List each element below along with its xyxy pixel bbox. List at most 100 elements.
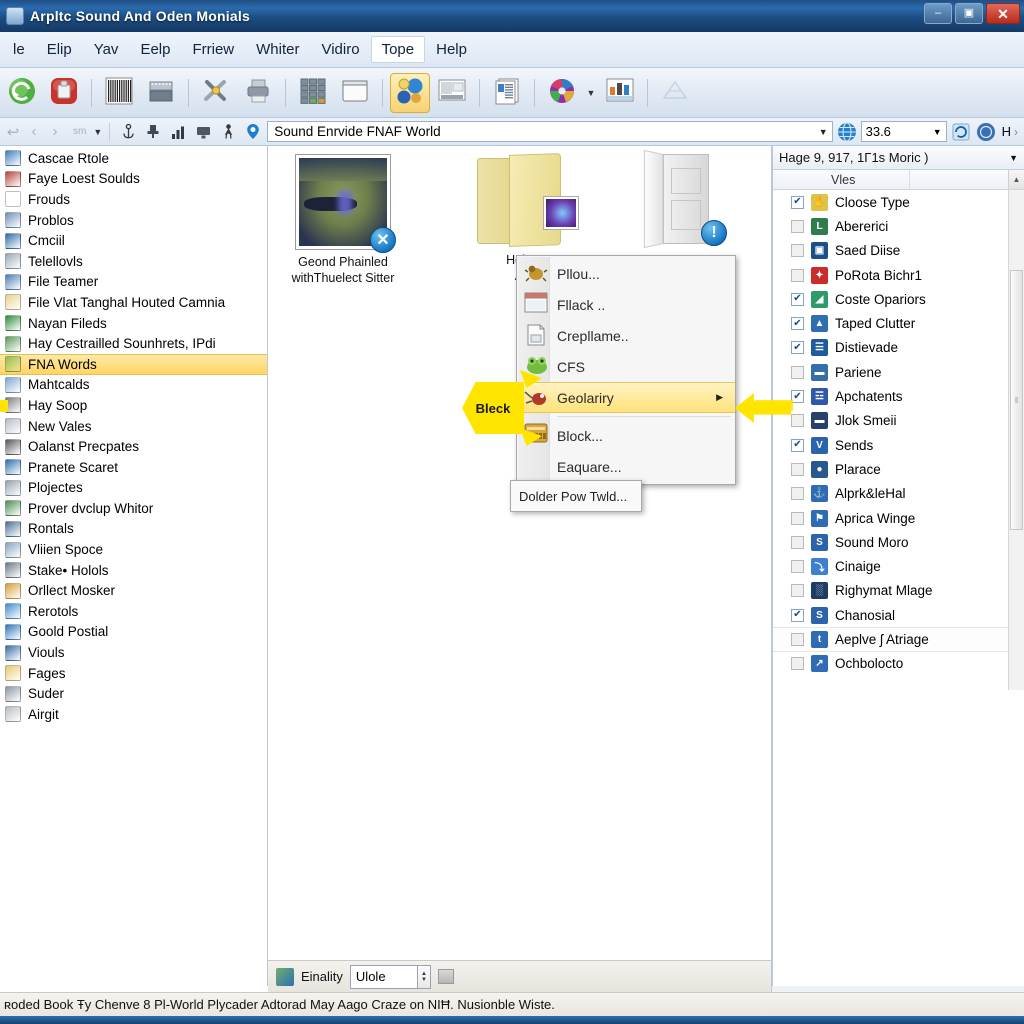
list-item-checkbox[interactable]: ✔: [791, 195, 804, 209]
sidebar-item[interactable]: Frouds: [0, 189, 267, 210]
sidebar-item[interactable]: Hay Cestrailled Sounhrets, IPdi: [0, 333, 267, 354]
maximize-button[interactable]: ▣: [955, 3, 983, 24]
sidebar-item[interactable]: Fages: [0, 663, 267, 684]
right-properties-panel[interactable]: Hage 9, 917, 1Γ1s Moric ) ▼ Vles ▲ ✔ ✋ Clo…: [772, 146, 1024, 986]
list-item[interactable]: ✔ S Chanosial: [773, 603, 1024, 627]
toolbar-printer-button[interactable]: [238, 73, 278, 113]
location-pin-icon[interactable]: [242, 122, 264, 142]
list-item-checkbox[interactable]: [791, 584, 804, 598]
list-item-checkbox[interactable]: ✔: [791, 608, 804, 622]
toolbar-tools-cross-button[interactable]: [196, 73, 236, 113]
next-arrow-icon[interactable]: ›: [46, 122, 64, 142]
sidebar-item[interactable]: Cascae Rtole: [0, 148, 267, 169]
close-button[interactable]: ✕: [986, 3, 1020, 24]
sidebar-item[interactable]: Goold Postial: [0, 622, 267, 643]
scroll-up-arrow-icon[interactable]: ▲: [1008, 170, 1024, 189]
right-panel-scrollbar[interactable]: ‖: [1008, 190, 1024, 690]
address-dropdown-caret-icon[interactable]: ▼: [819, 127, 828, 137]
context-menu-item[interactable]: Eaquare...: [517, 451, 735, 482]
context-menu-item[interactable]: Crepllame..: [517, 320, 735, 351]
door-thumbnail[interactable]: !: [633, 149, 733, 249]
sidebar-item[interactable]: Cmciil: [0, 230, 267, 251]
context-menu-item[interactable]: Pllou...: [517, 258, 735, 289]
toolbar-chart-button[interactable]: [600, 73, 640, 113]
person-icon[interactable]: [217, 122, 239, 142]
list-item[interactable]: ✦ PoRota Bichr1: [773, 263, 1024, 287]
sidebar-item[interactable]: Viouls: [0, 642, 267, 663]
list-item[interactable]: ✔ ▲ Taped Clutter: [773, 311, 1024, 335]
list-item-checkbox[interactable]: [791, 535, 804, 549]
sidebar-item[interactable]: Rerotols: [0, 601, 267, 622]
bottom-field-group[interactable]: Ulole ▲ ▼: [349, 964, 431, 989]
bottom-spinner[interactable]: ▲ ▼: [417, 964, 431, 989]
right-scrollbar-thumb[interactable]: ‖: [1010, 270, 1023, 530]
globe-dark-icon[interactable]: [975, 122, 997, 142]
list-item-checkbox[interactable]: ✔: [791, 438, 804, 452]
sidebar-item[interactable]: File Vlat Tanghal Houted Camnia: [0, 292, 267, 313]
right-caret-icon[interactable]: ›: [1014, 125, 1018, 139]
sidebar-item[interactable]: Rontals: [0, 519, 267, 540]
anchor-icon[interactable]: [117, 122, 139, 142]
list-item[interactable]: ✔ V Sends: [773, 433, 1024, 457]
context-menu-item[interactable]: Fllack ..: [517, 289, 735, 320]
context-submenu-panel[interactable]: Dolder Pow Twld...: [510, 480, 642, 512]
toolbar-refresh-green-button[interactable]: [2, 73, 42, 113]
list-item[interactable]: ░ Righymat Mlage: [773, 579, 1024, 603]
list-item[interactable]: ⚓ Alprk&leHal: [773, 482, 1024, 506]
list-item-checkbox[interactable]: ✔: [791, 317, 804, 331]
list-item[interactable]: ⤵ Cinaige: [773, 554, 1024, 578]
address-input[interactable]: Sound Enrvide FNAF World ▼: [267, 121, 833, 142]
toolbar-stop-red-button[interactable]: [44, 73, 84, 113]
sidebar-item[interactable]: Prover dvclup Whitor: [0, 498, 267, 519]
sidebar-item[interactable]: File Teamer: [0, 272, 267, 293]
menu-item-vidiro[interactable]: Vidiro: [310, 36, 370, 63]
menu-item-le[interactable]: le: [2, 36, 36, 63]
zoom-combo[interactable]: 33.6 ▼: [860, 121, 947, 142]
list-item[interactable]: ✔ ☲ Apchatents: [773, 384, 1024, 408]
minimize-button[interactable]: –: [924, 3, 952, 24]
sidebar-item[interactable]: Pranete Scaret: [0, 457, 267, 478]
refresh-small-icon[interactable]: [950, 122, 972, 142]
sidebar-item[interactable]: Suder: [0, 683, 267, 704]
menu-item-tope[interactable]: Tope: [370, 36, 426, 63]
toolbar-grid-view-button[interactable]: [293, 73, 333, 113]
toolbar-ghost-button[interactable]: [655, 73, 695, 113]
right-panel-caret-icon[interactable]: ▼: [1009, 153, 1018, 163]
menu-item-frriew[interactable]: Frriew: [181, 36, 245, 63]
list-item[interactable]: ✕ Geond Phainled withThuelect Sitter: [288, 154, 398, 286]
sidebar-item[interactable]: Hay Soop: [0, 395, 267, 416]
sidebar-item[interactable]: Airgit: [0, 704, 267, 725]
list-item[interactable]: ● Plarace: [773, 457, 1024, 481]
toolbar-globe-group-button[interactable]: [390, 72, 430, 113]
sidebar-item[interactable]: Faye Loest Soulds: [0, 169, 267, 190]
image-thumbnail[interactable]: ✕: [295, 154, 396, 253]
list-item[interactable]: ↗ Ochbolocto: [773, 652, 1024, 676]
list-item-checkbox[interactable]: [791, 219, 804, 233]
list-item[interactable]: t Aeplve ʃ Atriage: [773, 627, 1024, 652]
list-item[interactable]: ⚑ Aprica Winge: [773, 506, 1024, 530]
sidebar-item[interactable]: Orllect Mosker: [0, 580, 267, 601]
menu-item-eelp[interactable]: Eelp: [129, 36, 181, 63]
list-item[interactable]: ▣ Saed Diise: [773, 239, 1024, 263]
list-item[interactable]: ✔ ☰ Distievade: [773, 336, 1024, 360]
sidebar-item[interactable]: Oalanst Precpates: [0, 436, 267, 457]
list-item-checkbox[interactable]: [791, 657, 804, 671]
list-item-checkbox[interactable]: ✔: [791, 341, 804, 355]
context-menu-item[interactable]: Geolariry ▶: [517, 382, 735, 413]
globe-blue-icon[interactable]: [836, 121, 858, 142]
menu-item-elip[interactable]: Elip: [36, 36, 83, 63]
history-caret-icon[interactable]: ▼: [93, 127, 102, 137]
previous-arrow-icon[interactable]: ‹: [25, 122, 43, 142]
list-item[interactable]: ▬ Jlok Smeii: [773, 409, 1024, 433]
sidebar-item[interactable]: New Vales: [0, 416, 267, 437]
plug-icon[interactable]: [142, 122, 164, 142]
toolbar-window-button[interactable]: [335, 73, 375, 113]
toolbar-palette-button[interactable]: [542, 73, 582, 113]
context-menu[interactable]: Pllou... Fllack .. Crepllame.. CFS Geolariry…: [516, 255, 736, 485]
context-menu-item[interactable]: Block...: [517, 420, 735, 451]
list-item-checkbox[interactable]: [791, 244, 804, 258]
toolbar-document-list-button[interactable]: [487, 73, 527, 113]
monitor-small-icon[interactable]: [192, 122, 214, 142]
bottom-monitor-icon[interactable]: [437, 969, 454, 984]
sidebar-item[interactable]: FNA Words: [0, 353, 267, 375]
